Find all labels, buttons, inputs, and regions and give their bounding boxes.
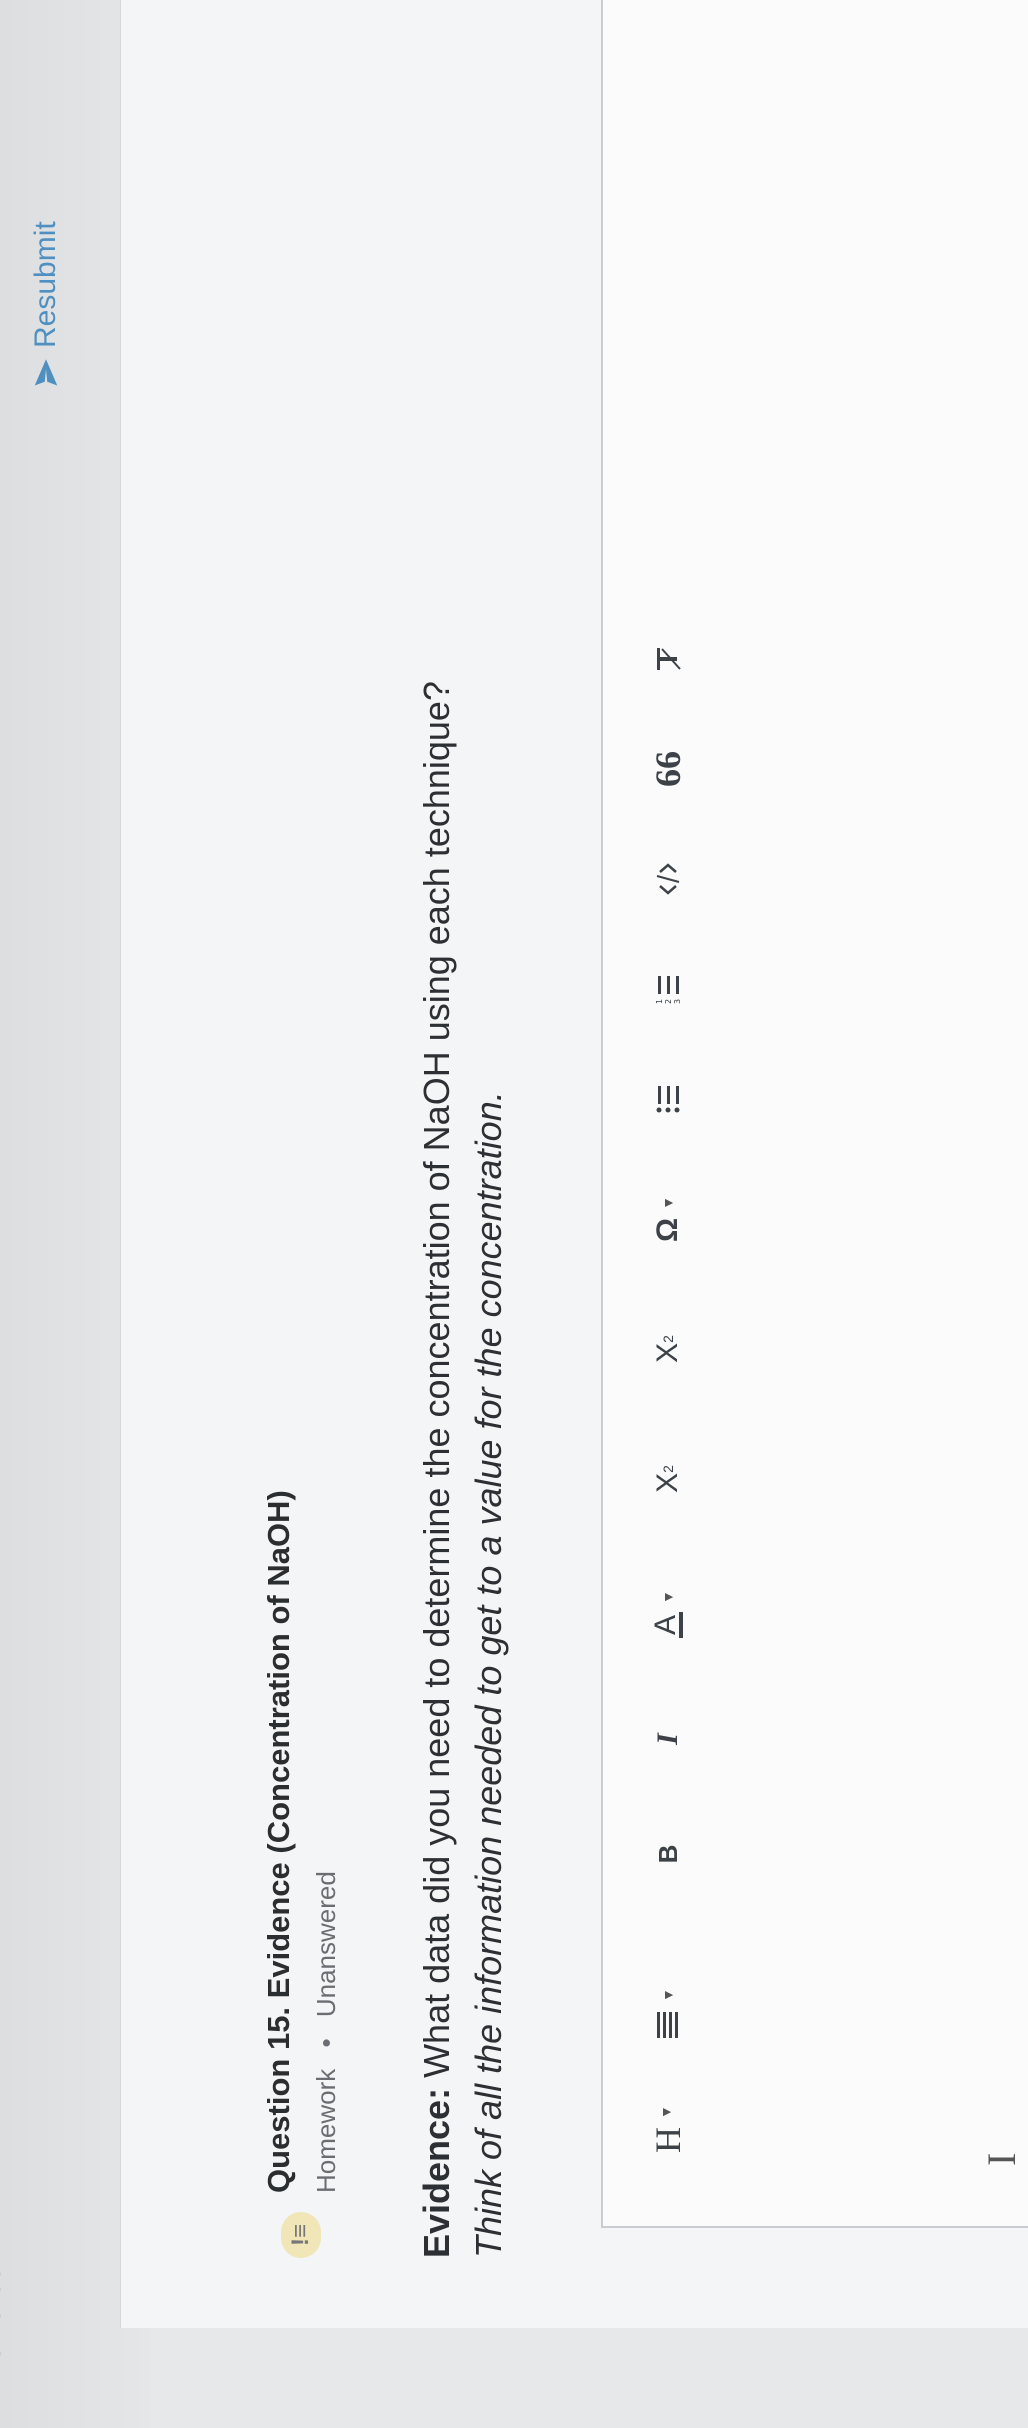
heading-button[interactable]: H ▼: [638, 2074, 698, 2184]
omega-icon: Ω: [651, 1217, 684, 1242]
svg-text:3: 3: [673, 999, 682, 1004]
color-swatch-bar: [679, 1611, 683, 1638]
question-meta: Homework • Unanswered: [311, 1871, 342, 2193]
prompt-hint: Think of all the information needed to g…: [468, 1091, 509, 2258]
text-color-button[interactable]: A ▼: [638, 1544, 698, 1684]
svg-text:2: 2: [664, 999, 673, 1004]
chevron-down-icon: ▼: [660, 2105, 675, 2119]
rotated-screen: Answered Resubmit !≡ Question 15. Eviden…: [0, 0, 1028, 2428]
question-state: Unanswered: [311, 1871, 341, 2018]
bulleted-list-icon: [656, 1086, 680, 1113]
clear-formatting-button[interactable]: [638, 604, 698, 714]
chevron-down-icon: ▼: [660, 1590, 676, 1604]
clear-format-icon: [657, 648, 681, 670]
meta-separator-dot: •: [311, 2038, 341, 2048]
blockquote-button[interactable]: 66: [638, 714, 698, 824]
heading-label: H: [648, 2126, 688, 2153]
align-icon: [657, 2011, 678, 2038]
italic-button[interactable]: I: [638, 1684, 698, 1794]
numbered-list-button[interactable]: 1 2 3: [638, 934, 698, 1044]
answered-status-label: Answered: [0, 2264, 7, 2398]
question-prompt: Evidence: What data did you need to dete…: [411, 108, 515, 2258]
align-button[interactable]: ▼: [638, 1954, 698, 2074]
text-color-label: A: [649, 1614, 682, 1635]
question-category: Homework: [311, 2068, 341, 2193]
resubmit-label: Resubmit: [29, 221, 62, 348]
answer-textarea[interactable]: I: [733, 0, 1028, 2226]
bold-button[interactable]: B: [638, 1794, 698, 1914]
numbered-list-icon: 1 2 3: [655, 976, 682, 1004]
text-color-icon: A: [649, 1611, 683, 1638]
prompt-label: Evidence:: [416, 2087, 457, 2258]
special-characters-button[interactable]: Ω ▼: [638, 1154, 698, 1284]
editor-toolbar: H ▼ ▼ B I A ▼ X 2 X 2 Ω ▼ 1 2 3 66: [603, 0, 733, 2226]
subscript-button[interactable]: X2: [638, 1414, 698, 1544]
subscript-label: X: [651, 1472, 684, 1493]
chevron-down-icon: ▼: [660, 1196, 676, 1210]
code-icon: [656, 863, 680, 895]
prompt-text: What data did you need to determine the …: [416, 681, 457, 2088]
chevron-down-icon: ▼: [660, 1988, 676, 2002]
question-type-icon: !≡: [281, 2212, 321, 2258]
text-cursor-icon: I: [979, 2152, 1024, 2166]
superscript-label: X: [651, 1342, 684, 1363]
bulleted-list-button[interactable]: [638, 1044, 698, 1154]
resubmit-button[interactable]: Resubmit: [16, 118, 76, 388]
code-button[interactable]: [638, 824, 698, 934]
answer-editor: ◢ H▼ ▼ B I A: [601, 0, 1028, 2228]
question-title: Question 15. Evidence (Concentration of …: [261, 1490, 296, 2193]
question-card: !≡ Question 15. Evidence (Concentration …: [120, 0, 1028, 2328]
send-icon: [34, 359, 58, 386]
svg-text:1: 1: [655, 999, 664, 1004]
superscript-button[interactable]: X2: [638, 1284, 698, 1414]
